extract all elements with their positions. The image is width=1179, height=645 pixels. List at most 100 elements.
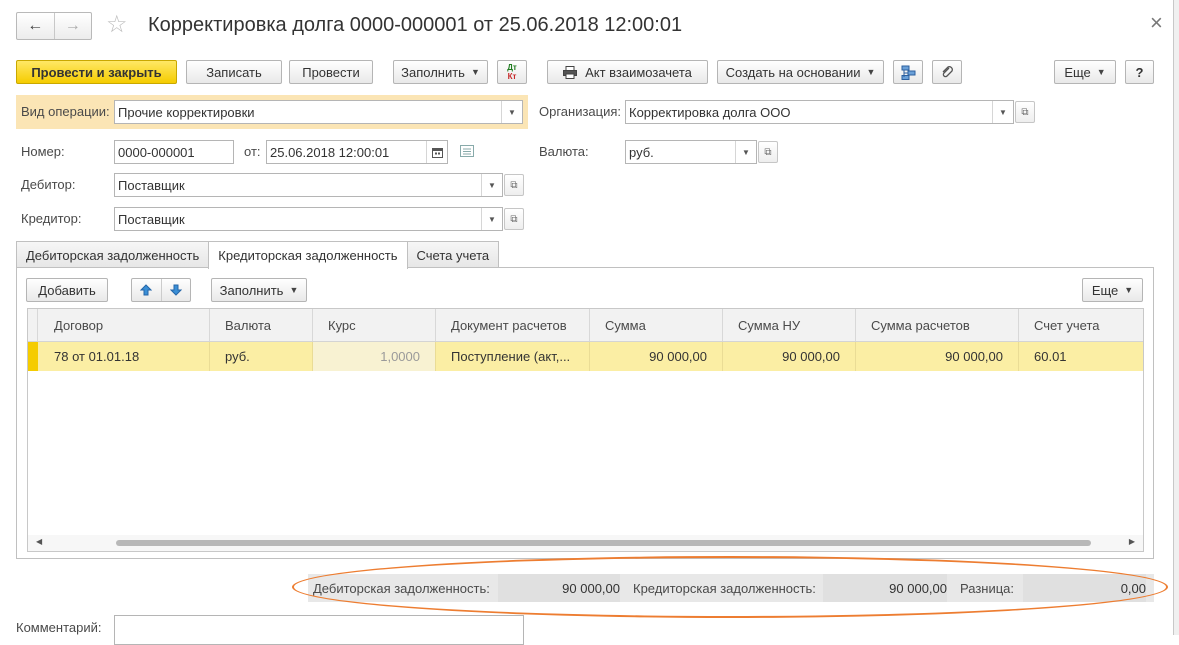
col-settlement-amount[interactable]: Сумма расчетов [856,309,1019,341]
comment-label: Комментарий: [16,620,102,635]
table-fill-button[interactable]: Заполнить ▼ [211,278,307,302]
open-debtor-icon[interactable]: ⧉ [504,174,524,196]
open-creditor-icon[interactable]: ⧉ [504,208,524,230]
move-down-button[interactable] [162,279,191,301]
help-button[interactable]: ? [1125,60,1154,84]
fill-label: Заполнить [401,64,465,80]
page-title: Корректировка долга 0000-000001 от 25.06… [148,14,683,36]
tab-payables[interactable]: Кредиторская задолженность [208,241,408,269]
currency-field[interactable]: руб. ▼ [625,140,757,164]
tab-receivables[interactable]: Дебиторская задолженность [16,241,210,268]
arrow-right-icon: → [64,17,81,34]
col-amount-tax[interactable]: Сумма НУ [723,309,856,341]
col-contract[interactable]: Договор [39,309,210,341]
chevron-down-icon[interactable]: ▼ [481,208,502,230]
chevron-down-icon[interactable]: ▼ [992,101,1013,123]
attach-button[interactable] [932,60,962,84]
close-icon[interactable]: × [1150,10,1163,36]
comment-field[interactable] [114,615,524,645]
date-value: 25.06.2018 12:00:01 [270,144,390,160]
move-up-button[interactable] [132,279,162,301]
star-favorite-icon[interactable]: ☆ [106,12,128,38]
currency-label: Валюта: [539,144,589,159]
nav-buttons: ← → [16,12,92,40]
cell-amount-tax[interactable]: 90 000,00 [723,342,856,371]
history-list-icon[interactable] [460,145,474,157]
operation-type-label: Вид операции: [21,104,110,119]
kt-icon-label: Кт [507,72,517,81]
number-field[interactable]: 0000-000001 [114,140,234,164]
header-marker [28,309,38,341]
creditor-field[interactable]: Поставщик ▼ [114,207,503,231]
horizontal-scrollbar[interactable]: ◀ ▶ [28,535,1143,551]
dt-kt-button[interactable]: Дт Кт [497,60,527,84]
number-label: Номер: [21,144,65,159]
cell-account[interactable]: 60.01 [1019,342,1143,371]
cell-amount[interactable]: 90 000,00 [590,342,723,371]
chevron-down-icon[interactable]: ▼ [735,141,756,163]
debit-total-value: 90 000,00 [498,574,620,602]
col-settlement-doc[interactable]: Документ расчетов [436,309,590,341]
debtor-label: Дебитор: [21,177,76,192]
operation-type-value: Прочие корректировки [118,104,255,120]
credit-total-value: 90 000,00 [823,574,947,602]
creditor-value: Поставщик [118,211,185,227]
cell-rate[interactable]: 1,0000 [313,342,436,371]
save-button[interactable]: Записать [186,60,282,84]
chevron-down-icon[interactable]: ▼ [481,174,502,196]
window-edge [1174,0,1179,635]
tab-bar: Дебиторская задолженность Кредиторская з… [16,241,500,269]
arrow-down-icon [169,284,182,296]
difference-value: 0,00 [1023,574,1146,602]
more-button[interactable]: Еще ▼ [1054,60,1116,84]
chevron-down-icon: ▼ [1124,285,1134,295]
calendar-icon[interactable] [426,141,447,163]
offset-act-button[interactable]: Акт взаимозачета [547,60,708,84]
add-row-button[interactable]: Добавить [26,278,108,302]
table-row[interactable]: 78 от 01.01.18 руб. 1,0000 Поступление (… [28,342,1143,371]
chevron-down-icon[interactable]: ▼ [501,101,522,123]
col-currency[interactable]: Валюта [210,309,313,341]
col-amount[interactable]: Сумма [590,309,723,341]
arrow-left-icon: ← [27,17,44,34]
open-organization-icon[interactable]: ⧉ [1015,101,1035,123]
paperclip-icon [942,66,953,78]
organization-value: Корректировка долга ООО [629,104,791,120]
operation-type-select[interactable]: Прочие корректировки ▼ [114,100,523,124]
forward-button[interactable]: → [53,13,92,39]
structure-icon [901,65,915,80]
create-based-on-label: Создать на основании [725,64,861,80]
cell-currency[interactable]: руб. [210,342,313,371]
scroll-left-icon[interactable]: ◀ [36,537,42,546]
printer-icon [563,65,578,79]
create-based-on-button[interactable]: Создать на основании ▼ [717,60,884,84]
cell-settlement-amount[interactable]: 90 000,00 [856,342,1019,371]
chevron-down-icon: ▼ [1096,67,1106,77]
table-header: Договор Валюта Курс Документ расчетов Су… [28,309,1143,342]
creditor-label: Кредитор: [21,211,82,226]
fill-dropdown-button[interactable]: Заполнить ▼ [393,60,488,84]
post-and-close-button[interactable]: Провести и закрыть [16,60,177,84]
arrow-up-icon [140,284,153,296]
organization-field[interactable]: Корректировка долга ООО ▼ [625,100,1014,124]
row-marker [28,342,38,371]
totals-bar: Дебиторская задолженность: 90 000,00 Кре… [308,574,1154,602]
col-rate[interactable]: Курс [313,309,436,341]
col-account[interactable]: Счет учета [1019,309,1143,341]
date-field[interactable]: 25.06.2018 12:00:01 [266,140,448,164]
back-button[interactable]: ← [17,13,54,39]
cell-contract[interactable]: 78 от 01.01.18 [39,342,210,371]
scroll-right-icon[interactable]: ▶ [1129,537,1135,546]
table-more-button[interactable]: Еще ▼ [1082,278,1143,302]
move-buttons [131,278,191,302]
scrollbar-thumb[interactable] [116,540,1091,546]
post-button[interactable]: Провести [289,60,373,84]
structure-button[interactable] [893,60,923,84]
open-currency-icon[interactable]: ⧉ [758,141,778,163]
payables-table: Договор Валюта Курс Документ расчетов Су… [27,308,1144,552]
debtor-field[interactable]: Поставщик ▼ [114,173,503,197]
table-more-label: Еще [1091,282,1119,298]
tab-accounts[interactable]: Счета учета [406,241,500,268]
currency-value: руб. [629,144,654,160]
cell-settlement-doc[interactable]: Поступление (акт,... [436,342,590,371]
